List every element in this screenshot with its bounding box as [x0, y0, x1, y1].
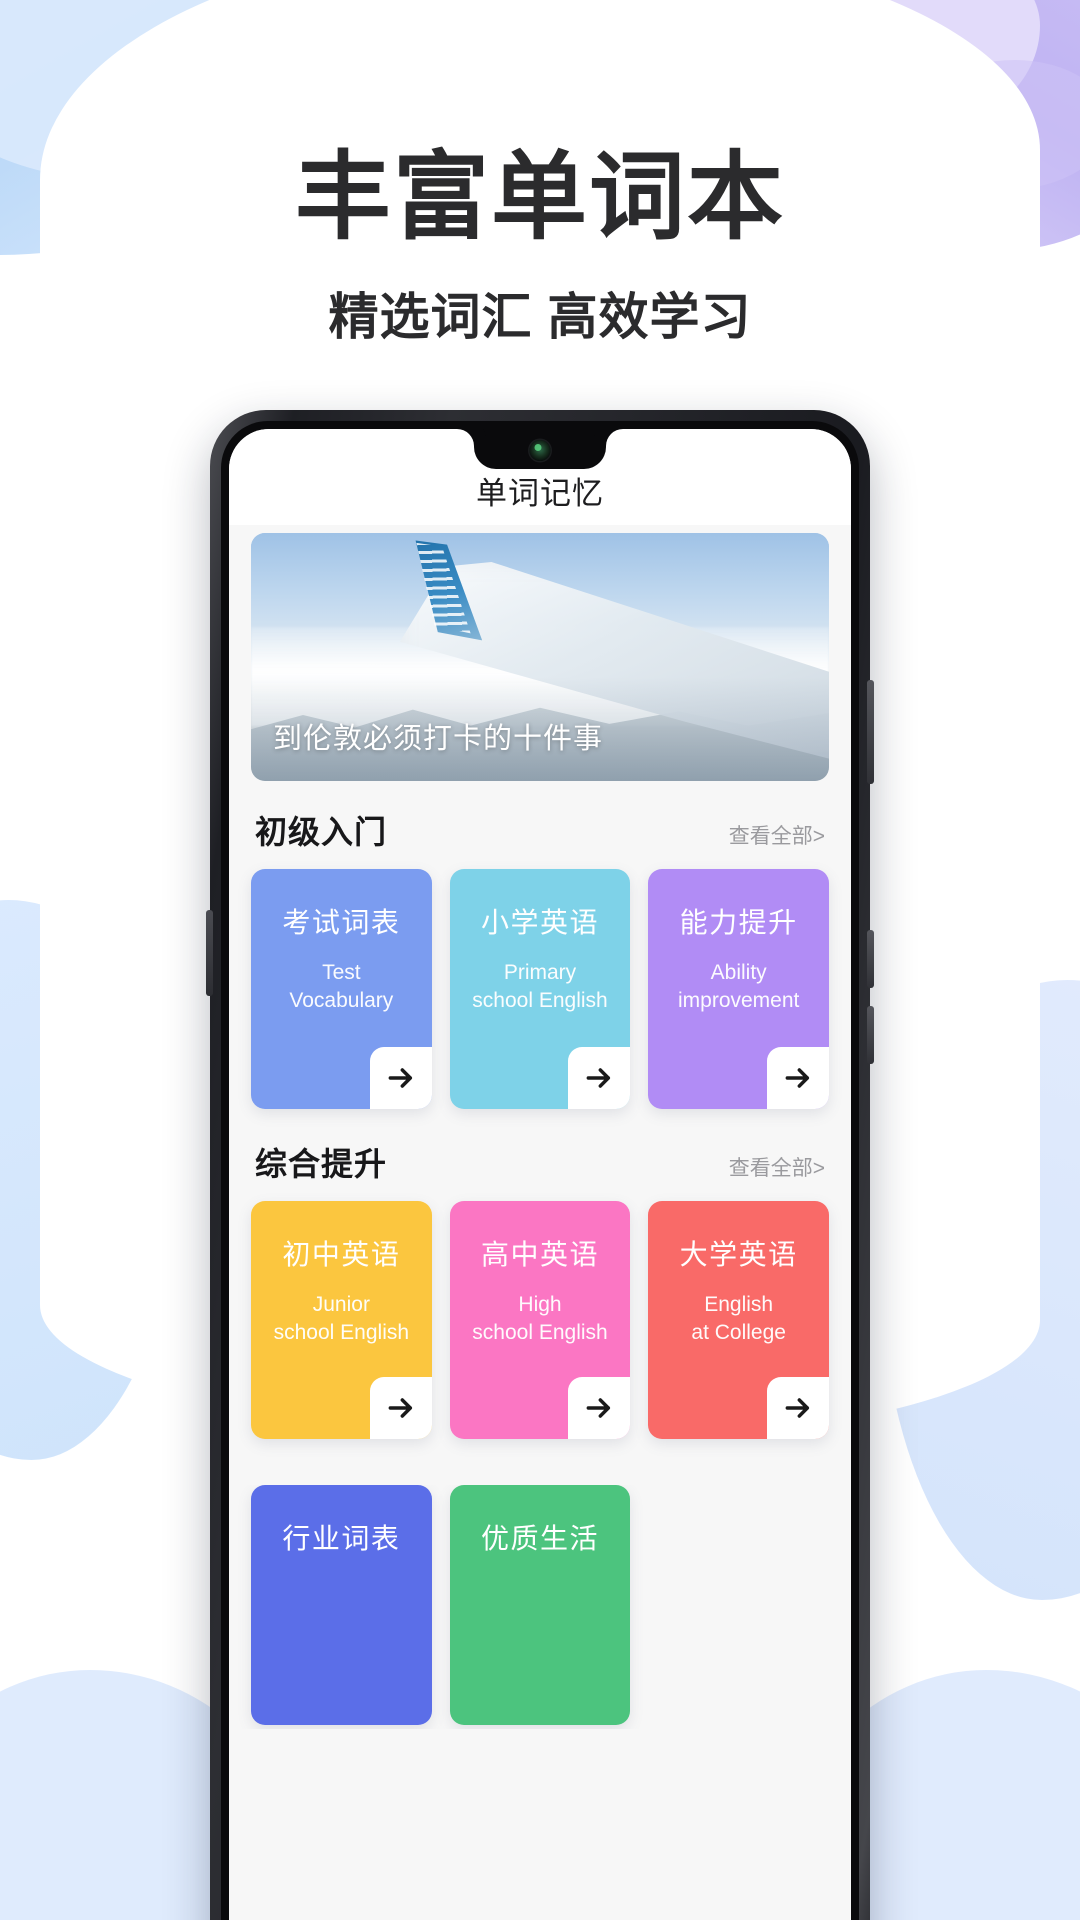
category-card-title: 小学英语	[481, 907, 600, 938]
category-card[interactable]: 初中英语 Junior school English	[251, 1201, 432, 1439]
category-card[interactable]: 优质生活	[449, 1485, 631, 1725]
phone-side-button[interactable]	[867, 1006, 874, 1064]
phone-screen: 单词记忆 到伦敦必须打卡的十件事 初级入门 查看全部> 考试词表 Test Vo…	[229, 429, 851, 1920]
category-card-subtitle: Ability improvement	[670, 959, 807, 1016]
category-card-subtitle-line2: Vocabulary	[289, 989, 394, 1013]
section-view-all-link[interactable]: 查看全部>	[729, 820, 825, 850]
arrow-right-icon[interactable]	[369, 1047, 432, 1109]
category-card-subtitle: Primary school English	[464, 959, 615, 1016]
app-title: 单词记忆	[476, 476, 604, 511]
category-card[interactable]: 行业词表	[251, 1485, 432, 1725]
banner-caption: 到伦敦必须打卡的十件事	[273, 723, 604, 755]
arrow-right-icon[interactable]	[767, 1047, 830, 1109]
camera-icon	[529, 440, 551, 461]
category-card-subtitle-line2: school English	[472, 1321, 608, 1345]
category-card[interactable]: 小学英语 Primary school English	[449, 869, 631, 1109]
phone-notch	[474, 429, 606, 469]
category-card[interactable]: 能力提升 Ability improvement	[648, 869, 830, 1109]
arrow-right-icon[interactable]	[369, 1377, 432, 1439]
app-scroll-area[interactable]: 到伦敦必须打卡的十件事 初级入门 查看全部> 考试词表 Test Vocabul…	[229, 533, 851, 1729]
category-card-subtitle-line1: Test	[322, 961, 361, 984]
category-card-subtitle-line2: school English	[273, 1321, 410, 1345]
category-card[interactable]: 大学英语 English at College	[648, 1201, 830, 1439]
phone-body: 单词记忆 到伦敦必须打卡的十件事 初级入门 查看全部> 考试词表 Test Vo…	[206, 410, 874, 1920]
category-card-subtitle-line1: Primary	[503, 961, 577, 984]
category-card-title: 能力提升	[679, 907, 798, 938]
category-card-title: 初中英语	[282, 1239, 401, 1270]
category-card-subtitle-line1: English	[704, 1293, 774, 1316]
category-card-subtitle-line1: Ability	[710, 961, 767, 984]
promo-subtitle: 精选词汇 高效学习	[328, 288, 752, 345]
phone-left-button[interactable]	[206, 910, 213, 996]
phone-mockup: 单词记忆 到伦敦必须打卡的十件事 初级入门 查看全部> 考试词表 Test Vo…	[206, 410, 874, 1920]
section-header-comprehensive: 综合提升 查看全部>	[229, 1113, 851, 1201]
category-card-subtitle-line1: High	[518, 1293, 562, 1316]
featured-banner[interactable]: 到伦敦必须打卡的十件事	[251, 533, 829, 781]
promo-title: 丰富单词本	[295, 144, 785, 251]
category-card-title: 考试词表	[282, 907, 401, 938]
arrow-right-icon[interactable]	[767, 1377, 830, 1439]
category-card-subtitle-line2: school English	[472, 989, 608, 1013]
phone-power-button[interactable]	[867, 930, 874, 988]
card-row-spacer	[648, 1485, 829, 1725]
arrow-right-icon[interactable]	[568, 1047, 631, 1109]
section-title: 初级入门	[255, 814, 388, 850]
category-card-title: 优质生活	[481, 1523, 600, 1554]
section-title: 综合提升	[255, 1146, 388, 1182]
promo-headline-block: 丰富单词本 精选词汇 高效学习	[0, 0, 1080, 349]
arrow-right-icon[interactable]	[568, 1377, 631, 1439]
category-card-title: 行业词表	[282, 1523, 401, 1554]
category-card-subtitle-line1: Junior	[312, 1293, 370, 1316]
category-card-subtitle: Junior school English	[266, 1291, 417, 1348]
category-card-subtitle: High school English	[464, 1291, 615, 1348]
category-card-subtitle: English at College	[683, 1291, 794, 1348]
section-view-all-link[interactable]: 查看全部>	[729, 1152, 825, 1182]
section-header-beginner: 初级入门 查看全部>	[229, 781, 851, 869]
category-card-subtitle-line2: at College	[691, 1321, 786, 1345]
category-card[interactable]: 高中英语 High school English	[449, 1201, 631, 1439]
category-card-subtitle-line2: improvement	[677, 989, 800, 1013]
category-card-title: 高中英语	[481, 1239, 600, 1270]
category-card[interactable]: 考试词表 Test Vocabulary	[251, 869, 432, 1109]
card-row-beginner: 考试词表 Test Vocabulary 小学英语 Primary school…	[229, 869, 851, 1113]
category-card-title: 大学英语	[679, 1239, 798, 1270]
card-row-partial: 行业词表 优质生活	[229, 1485, 851, 1729]
category-card-subtitle: Test Vocabulary	[281, 959, 401, 1016]
card-row-comprehensive: 初中英语 Junior school English 高中英语 High sch…	[229, 1201, 851, 1443]
phone-bezel: 单词记忆 到伦敦必须打卡的十件事 初级入门 查看全部> 考试词表 Test Vo…	[221, 421, 859, 1920]
phone-volume-button[interactable]	[867, 680, 874, 784]
